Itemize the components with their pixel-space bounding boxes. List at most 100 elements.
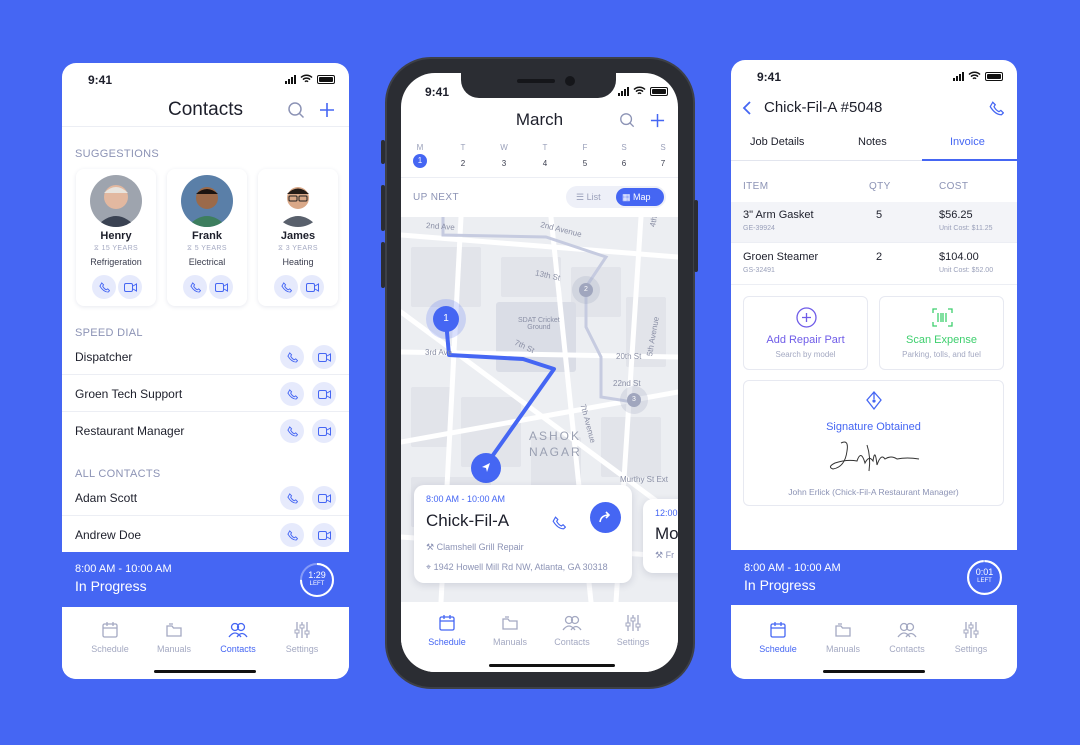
tab-settings[interactable]: Settings — [272, 621, 332, 654]
video-button[interactable] — [118, 275, 142, 299]
search-icon[interactable] — [615, 108, 639, 132]
back-button[interactable] — [735, 96, 759, 120]
video-button[interactable] — [312, 486, 336, 510]
list-item[interactable]: Andrew Doe — [62, 517, 349, 553]
phone-button[interactable] — [280, 523, 304, 547]
day-4[interactable]: T4 — [538, 143, 552, 171]
tab-manuals[interactable]: Manuals — [144, 621, 204, 654]
suggestion-card-frank[interactable]: Frank ⧖ 5 YEARS Electrical — [167, 169, 247, 306]
tab-contacts[interactable]: Contacts — [208, 621, 268, 654]
sliders-icon — [625, 615, 641, 631]
tab-settings[interactable]: Settings — [603, 614, 663, 647]
suggestion-card-henry[interactable]: Henry ⧖ 15 YEARS Refrigeration — [76, 169, 156, 306]
list-item[interactable]: Groen Tech Support — [62, 376, 349, 412]
page-title: Chick-Fil-A #5048 — [764, 99, 883, 116]
phone-icon[interactable] — [552, 516, 567, 535]
contact-role: Refrigeration — [90, 257, 142, 267]
video-button[interactable] — [209, 275, 233, 299]
video-button[interactable] — [300, 275, 324, 299]
tab-notes[interactable]: Notes — [858, 136, 887, 148]
in-progress-banner[interactable]: 8:00 AM - 10:00 AM In Progress 0:01 LEFT — [731, 550, 1017, 605]
next-job-card[interactable]: 12:00 Mo ⚒ Fr — [643, 499, 678, 573]
table-row[interactable]: Groen Steamer GS-32491 2 $104.00 Unit Co… — [731, 244, 1017, 285]
video-button[interactable] — [312, 382, 336, 406]
list-item[interactable]: Restaurant Manager — [62, 413, 349, 449]
tab-settings[interactable]: Settings — [941, 621, 1001, 654]
add-repair-part-button[interactable]: Add Repair Part Search by model — [743, 296, 868, 370]
location-pin-icon: ⌖ — [426, 562, 432, 572]
active-tab-indicator — [922, 159, 1017, 161]
people-icon — [897, 622, 917, 638]
item-unit-cost: Unit Cost: $11.25 — [939, 225, 993, 232]
video-button[interactable] — [312, 345, 336, 369]
tab-contacts[interactable]: Contacts — [542, 614, 602, 647]
divider — [401, 177, 678, 178]
phone-button[interactable] — [274, 275, 298, 299]
job-task-text: Clamshell Grill Repair — [436, 542, 524, 552]
scan-expense-label: Scan Expense — [906, 334, 977, 346]
add-contact-button[interactable] — [315, 98, 339, 122]
column-header-item: ITEM — [743, 181, 769, 192]
item-cost: $104.00 — [939, 251, 979, 263]
barcode-scan-icon — [932, 308, 953, 327]
street-label: Murthy St Ext — [620, 475, 669, 484]
phone-button[interactable] — [280, 419, 304, 443]
tab-manuals[interactable]: Manuals — [813, 621, 873, 654]
day-3[interactable]: W3 — [497, 143, 511, 171]
search-icon[interactable] — [284, 98, 308, 122]
contact-name: Dispatcher — [75, 350, 133, 364]
day-7[interactable]: S7 — [656, 143, 670, 171]
signal-icon — [953, 71, 964, 81]
tab-manuals[interactable]: Manuals — [480, 614, 540, 647]
tab-label: Manuals — [492, 637, 528, 647]
day-2[interactable]: T2 — [456, 143, 470, 171]
home-indicator — [154, 670, 256, 673]
in-progress-banner[interactable]: 8:00 AM - 10:00 AM In Progress 1:29 LEFT — [62, 552, 349, 607]
job-title: Chick-Fil-A — [426, 511, 510, 530]
battery-icon — [317, 74, 335, 84]
job-card[interactable]: 8:00 AM - 10:00 AM Chick-Fil-A ⚒ Clamshe… — [414, 485, 632, 583]
day-5[interactable]: F5 — [578, 143, 592, 171]
route-stop-2[interactable]: 2 — [579, 283, 593, 297]
add-job-button[interactable] — [645, 108, 669, 132]
route-stop-3[interactable]: 3 — [627, 393, 641, 407]
current-location-marker[interactable] — [471, 453, 501, 483]
phone-button[interactable] — [92, 275, 116, 299]
day-6[interactable]: S6 — [617, 143, 631, 171]
day-letter: M — [416, 143, 424, 152]
video-button[interactable] — [312, 523, 336, 547]
scan-expense-button[interactable]: Scan Expense Parking, tolls, and fuel — [879, 296, 1004, 370]
suggestion-card-james[interactable]: James ⧖ 3 YEARS Heating — [258, 169, 338, 306]
home-indicator — [823, 670, 925, 673]
phone-button[interactable] — [280, 345, 304, 369]
day-1[interactable]: M1 — [413, 143, 427, 168]
map-view-button[interactable]: ▦ Map — [616, 188, 664, 206]
navigate-button[interactable] — [590, 502, 621, 533]
tab-job-details[interactable]: Job Details — [750, 136, 804, 148]
list-item[interactable]: Adam Scott — [62, 480, 349, 516]
tab-invoice[interactable]: Invoice — [950, 136, 985, 148]
tab-schedule[interactable]: Schedule — [417, 614, 477, 647]
column-header-qty: QTY — [869, 181, 891, 192]
phone-icon[interactable] — [984, 96, 1008, 120]
tab-label: Contacts — [554, 637, 590, 647]
tab-contacts[interactable]: Contacts — [877, 621, 937, 654]
phone-power-button — [694, 200, 698, 272]
video-button[interactable] — [312, 419, 336, 443]
phone-volume-up — [381, 185, 385, 231]
list-view-button[interactable]: ☰ List — [570, 188, 614, 206]
route-stop-1[interactable]: 1 — [433, 306, 459, 332]
signature-panel[interactable]: Signature Obtained John Erlick (Chick-Fi… — [743, 380, 1004, 506]
divider — [62, 126, 349, 127]
list-item[interactable]: Dispatcher — [62, 339, 349, 375]
tab-schedule[interactable]: Schedule — [748, 621, 808, 654]
phone-button[interactable] — [183, 275, 207, 299]
job-task: ⚒ Clamshell Grill Repair — [426, 542, 524, 553]
item-sku: GE-39924 — [743, 225, 775, 232]
tab-schedule[interactable]: Schedule — [80, 621, 140, 654]
phone-button[interactable] — [280, 382, 304, 406]
table-row[interactable]: 3" Arm Gasket GE-39924 5 $56.25 Unit Cos… — [731, 202, 1017, 243]
phone-button[interactable] — [280, 486, 304, 510]
tab-label: Manuals — [156, 644, 192, 654]
front-camera — [565, 76, 575, 86]
